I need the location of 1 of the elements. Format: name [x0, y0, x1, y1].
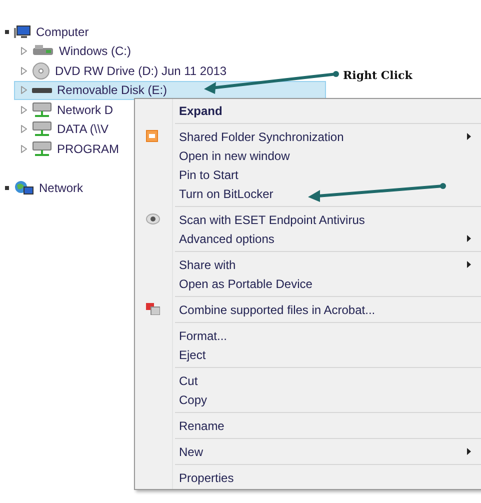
annotation-label: Right Click — [343, 69, 412, 82]
